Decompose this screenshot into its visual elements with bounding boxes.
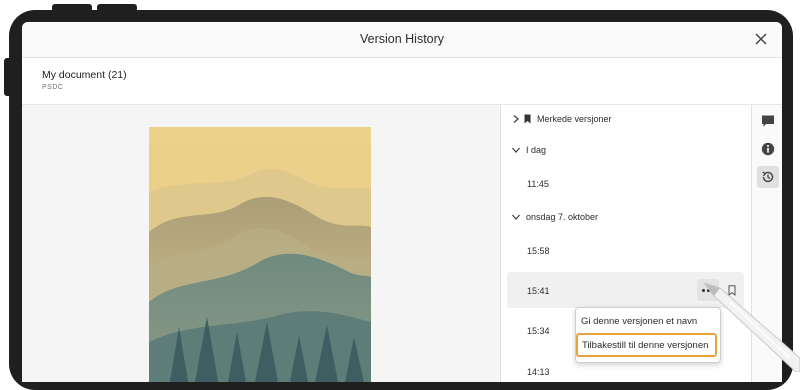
chevron-right-icon [513, 115, 519, 123]
version-time: 14:13 [527, 367, 550, 377]
info-button[interactable] [757, 138, 779, 160]
bookmark-icon [524, 114, 531, 124]
marked-versions-label: Merkede versjoner [537, 114, 612, 124]
comment-icon [762, 115, 774, 127]
version-item[interactable]: 11:45 [501, 170, 751, 200]
document-type: PSDC [42, 84, 64, 91]
menu-item-restore-label: Tilbakestill til denne versjonen [582, 340, 709, 351]
version-time: 15:41 [527, 286, 550, 296]
version-preview-pane [22, 105, 501, 382]
group-today-label: I dag [526, 145, 547, 155]
dialog-title: Version History [359, 32, 445, 46]
history-icon [762, 171, 774, 183]
version-time: 11:45 [527, 179, 549, 189]
dialog-titlebar: Version History [22, 22, 782, 58]
more-icon [701, 288, 705, 292]
version-time: 15:58 [527, 246, 550, 256]
marked-versions-group[interactable]: Merkede versjoner [501, 105, 751, 135]
app-screen: Version History My document (21) PSDC Me… [22, 22, 782, 382]
right-tool-rail [751, 105, 782, 382]
artwork-preview [149, 127, 371, 382]
version-context-menu: Gi denne versjonen et navn Tilbakestill … [575, 307, 721, 363]
history-button[interactable] [757, 166, 779, 188]
chevron-down-icon [512, 214, 520, 220]
menu-item-restore-version[interactable]: Tilbakestill til denne versjonen [576, 333, 717, 357]
close-icon [755, 33, 767, 45]
group-today[interactable]: I dag [501, 136, 751, 166]
document-name: My document (21) [42, 69, 127, 81]
comments-button[interactable] [757, 110, 779, 132]
version-item[interactable]: 15:58 [501, 237, 751, 267]
group-date[interactable]: onsdag 7. oktober [501, 203, 751, 233]
chevron-down-icon [512, 147, 520, 153]
menu-item-name-version[interactable]: Gi denne versjonen et navn [581, 316, 697, 327]
group-date-label: onsdag 7. oktober [526, 212, 599, 222]
bookmark-icon[interactable] [728, 285, 736, 296]
close-button[interactable] [750, 28, 772, 50]
info-icon [761, 142, 775, 156]
more-options-button[interactable] [697, 279, 719, 301]
document-header: My document (21) PSDC [22, 58, 782, 105]
version-time: 15:34 [527, 326, 550, 336]
